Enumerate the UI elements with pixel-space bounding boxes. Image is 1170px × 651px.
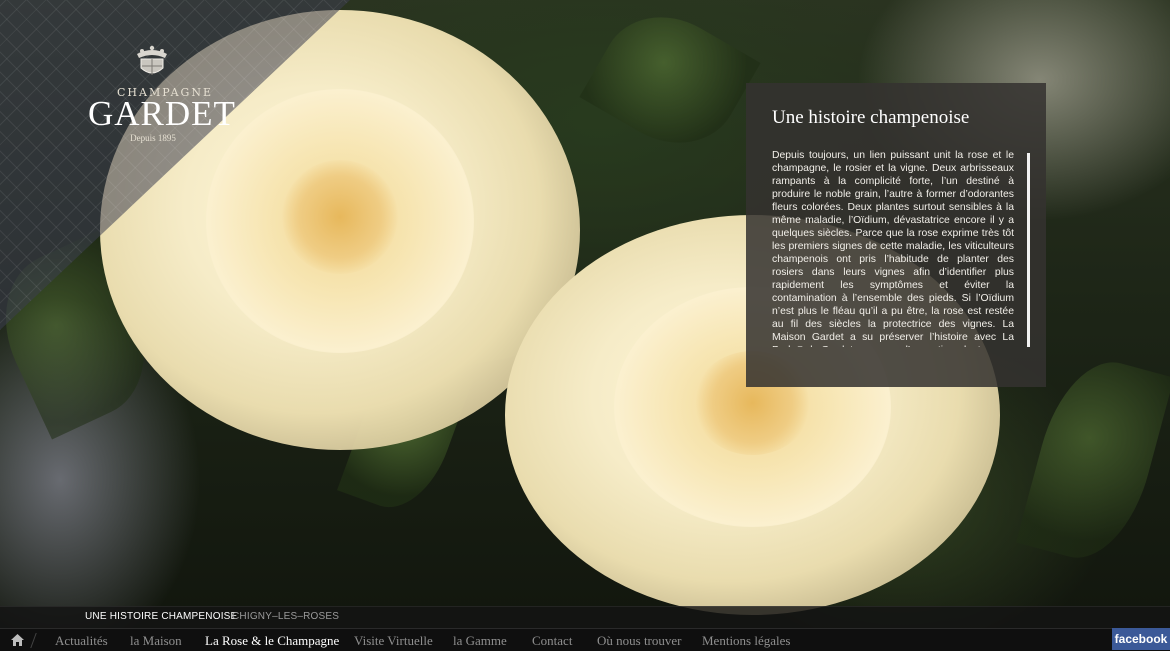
panel-scrollbar[interactable] <box>1027 153 1030 347</box>
nav-item-visite-virtuelle[interactable]: Visite Virtuelle <box>354 633 433 649</box>
nav-item-actualites[interactable]: Actualités <box>55 633 108 649</box>
logo-area[interactable]: CHAMPAGNE GARDET Depuis 1895 <box>0 0 350 330</box>
panel-scrollbar-thumb[interactable] <box>1027 153 1030 347</box>
nav-item-mentions-legales[interactable]: Mentions légales <box>702 633 790 649</box>
panel-body-text: Depuis toujours, un lien puissant unit l… <box>772 150 1014 347</box>
nav-item-ou-nous-trouver[interactable]: Où nous trouver <box>597 633 682 649</box>
crest-icon <box>137 45 167 75</box>
leaf-shape <box>579 0 761 167</box>
subnav-item-chigny[interactable]: CHIGNY–LES–ROSES <box>232 611 339 622</box>
main-navigation: Actualités la Maison La Rose & le Champa… <box>0 628 1170 651</box>
subnav-item-histoire[interactable]: UNE HISTOIRE CHAMPENOISE <box>85 611 237 622</box>
sub-navigation: UNE HISTOIRE CHAMPENOISE CHIGNY–LES–ROSE… <box>0 606 1170 628</box>
panel-title: Une histoire champenoise <box>772 107 970 128</box>
logo-gardet-text: GARDET <box>88 94 236 133</box>
logo-since-text: Depuis 1895 <box>130 133 176 143</box>
nav-item-contact[interactable]: Contact <box>532 633 572 649</box>
nav-item-rose-champagne[interactable]: La Rose & le Champagne <box>205 633 339 649</box>
story-panel: Une histoire champenoise Depuis toujours… <box>746 83 1046 387</box>
home-icon[interactable] <box>11 634 24 646</box>
nav-item-la-gamme[interactable]: la Gamme <box>453 633 507 649</box>
nav-separator <box>30 633 37 648</box>
facebook-button[interactable]: facebook <box>1112 628 1170 650</box>
nav-item-la-maison[interactable]: la Maison <box>130 633 182 649</box>
